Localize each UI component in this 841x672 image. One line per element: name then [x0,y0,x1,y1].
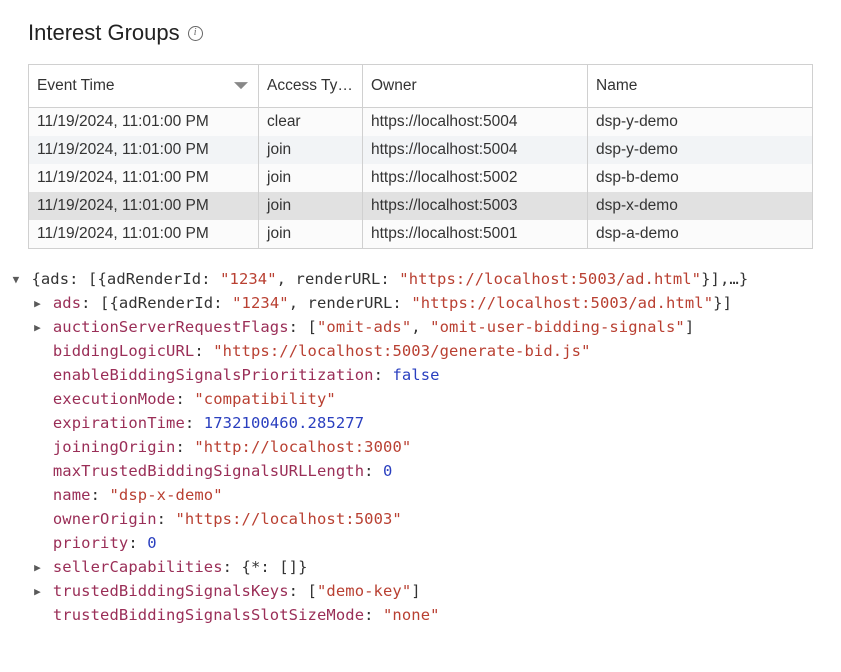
txt: false [392,366,439,384]
txt: biddingLogicURL [53,342,194,360]
obj-join: ▼ ▶ joiningOrigin: "http://localhost:300… [10,435,813,459]
cell-name: dsp-x-demo [588,192,813,220]
cell-type: join [259,192,363,220]
txt: expirationTime [53,414,185,432]
col-event-time[interactable]: Event Time [29,65,259,108]
cell-time: 11/19/2024, 11:01:00 PM [29,108,259,137]
cell-name: dsp-y-demo [588,136,813,164]
cell-owner: https://localhost:5004 [363,108,588,137]
txt: maxTrustedBiddingSignalsURLLength [53,462,364,480]
table-row[interactable]: 11/19/2024, 11:01:00 PMjoinhttps://local… [29,220,813,249]
cell-type: join [259,136,363,164]
txt: "demo-key" [317,582,411,600]
table-row[interactable]: 11/19/2024, 11:01:00 PMjoinhttps://local… [29,192,813,220]
obj-name: ▼ ▶ name: "dsp-x-demo" [10,483,813,507]
cell-owner: https://localhost:5002 [363,164,588,192]
txt: joiningOrigin [53,438,176,456]
col-owner[interactable]: Owner [363,65,588,108]
cell-type: join [259,220,363,249]
table-row[interactable]: 11/19/2024, 11:01:00 PMclearhttps://loca… [29,108,813,137]
txt: "none" [383,606,440,624]
obj-tbss: ▼ ▶ trustedBiddingSignalsSlotSizeMode: "… [10,603,813,627]
obj-exec: ▼ ▶ executionMode: "compatibility" [10,387,813,411]
txt: trustedBiddingSignalsSlotSizeMode [53,606,364,624]
cell-type: join [259,164,363,192]
txt: priority [53,534,128,552]
info-icon[interactable]: i [188,26,203,41]
txt: "https://localhost:5003/ad.html" [399,270,701,288]
table-row[interactable]: 11/19/2024, 11:01:00 PMjoinhttps://local… [29,164,813,192]
txt: "https://localhost:5003/ad.html" [411,294,713,312]
caret-right-icon[interactable]: ▶ [31,295,43,312]
txt: enableBiddingSignalsPrioritization [53,366,374,384]
obj-owner: ▼ ▶ ownerOrigin: "https://localhost:5003… [10,507,813,531]
txt: ads [53,294,81,312]
txt: 0 [147,534,156,552]
txt: "1234" [232,294,289,312]
obj-sc[interactable]: ▼ ▶ sellerCapabilities: {*: []} [10,555,813,579]
txt: "omit-ads" [317,318,411,336]
obj-exp: ▼ ▶ expirationTime: 1732100460.285277 [10,411,813,435]
caret-down-icon[interactable]: ▼ [10,271,22,288]
events-table: Event Time Access Ty… Owner Name 11/19/2… [28,64,813,249]
txt: "dsp-x-demo" [109,486,222,504]
txt: }] [713,294,732,312]
cell-time: 11/19/2024, 11:01:00 PM [29,192,259,220]
caret-right-icon[interactable]: ▶ [31,583,43,600]
obj-ads[interactable]: ▼ ▶ ads: [{adRenderId: "1234", renderURL… [10,291,813,315]
cell-owner: https://localhost:5001 [363,220,588,249]
obj-bid: ▼ ▶ biddingLogicURL: "https://localhost:… [10,339,813,363]
obj-ebsp: ▼ ▶ enableBiddingSignalsPrioritization: … [10,363,813,387]
header: Interest Groups i [28,20,813,46]
table-row[interactable]: 11/19/2024, 11:01:00 PMjoinhttps://local… [29,136,813,164]
txt: , renderURL: [277,270,400,288]
cell-time: 11/19/2024, 11:01:00 PM [29,136,259,164]
txt: "compatibility" [194,390,335,408]
col-event-time-label: Event Time [37,77,115,94]
cell-type: clear [259,108,363,137]
txt: "https://localhost:5003" [176,510,402,528]
cell-name: dsp-b-demo [588,164,813,192]
txt: }],…} [701,270,748,288]
txt: 0 [383,462,392,480]
obj-asr[interactable]: ▼ ▶ auctionServerRequestFlags: ["omit-ad… [10,315,813,339]
col-name[interactable]: Name [588,65,813,108]
txt: trustedBiddingSignalsKeys [53,582,289,600]
txt: "http://localhost:3000" [194,438,411,456]
txt: {ads: [{adRenderId: [31,270,220,288]
caret-right-icon[interactable]: ▶ [31,559,43,576]
cell-name: dsp-y-demo [588,108,813,137]
cell-name: dsp-a-demo [588,220,813,249]
txt: "https://localhost:5003/generate-bid.js" [213,342,590,360]
sort-descending-icon[interactable] [234,82,248,89]
txt: name [53,486,91,504]
cell-owner: https://localhost:5003 [363,192,588,220]
table-body: 11/19/2024, 11:01:00 PMclearhttps://loca… [29,108,813,249]
cell-time: 11/19/2024, 11:01:00 PM [29,220,259,249]
obj-summary[interactable]: ▼ {ads: [{adRenderId: "1234", renderURL:… [10,267,813,291]
object-viewer: ▼ {ads: [{adRenderId: "1234", renderURL:… [10,267,813,627]
obj-tbsk[interactable]: ▼ ▶ trustedBiddingSignalsKeys: ["demo-ke… [10,579,813,603]
txt: auctionServerRequestFlags [53,318,289,336]
txt: "1234" [220,270,277,288]
txt: : {*: []} [223,558,308,576]
obj-pri: ▼ ▶ priority: 0 [10,531,813,555]
table-header-row: Event Time Access Ty… Owner Name [29,65,813,108]
cell-time: 11/19/2024, 11:01:00 PM [29,164,259,192]
caret-right-icon[interactable]: ▶ [31,319,43,336]
txt: executionMode [53,390,176,408]
txt: , renderURL: [289,294,412,312]
page-title: Interest Groups [28,20,180,46]
txt: sellerCapabilities [53,558,223,576]
col-access-type[interactable]: Access Ty… [259,65,363,108]
cell-owner: https://localhost:5004 [363,136,588,164]
txt: ownerOrigin [53,510,157,528]
txt: : [{adRenderId: [81,294,232,312]
obj-max: ▼ ▶ maxTrustedBiddingSignalsURLLength: 0 [10,459,813,483]
txt: 1732100460.285277 [204,414,364,432]
txt: "omit-user-bidding-signals" [430,318,685,336]
